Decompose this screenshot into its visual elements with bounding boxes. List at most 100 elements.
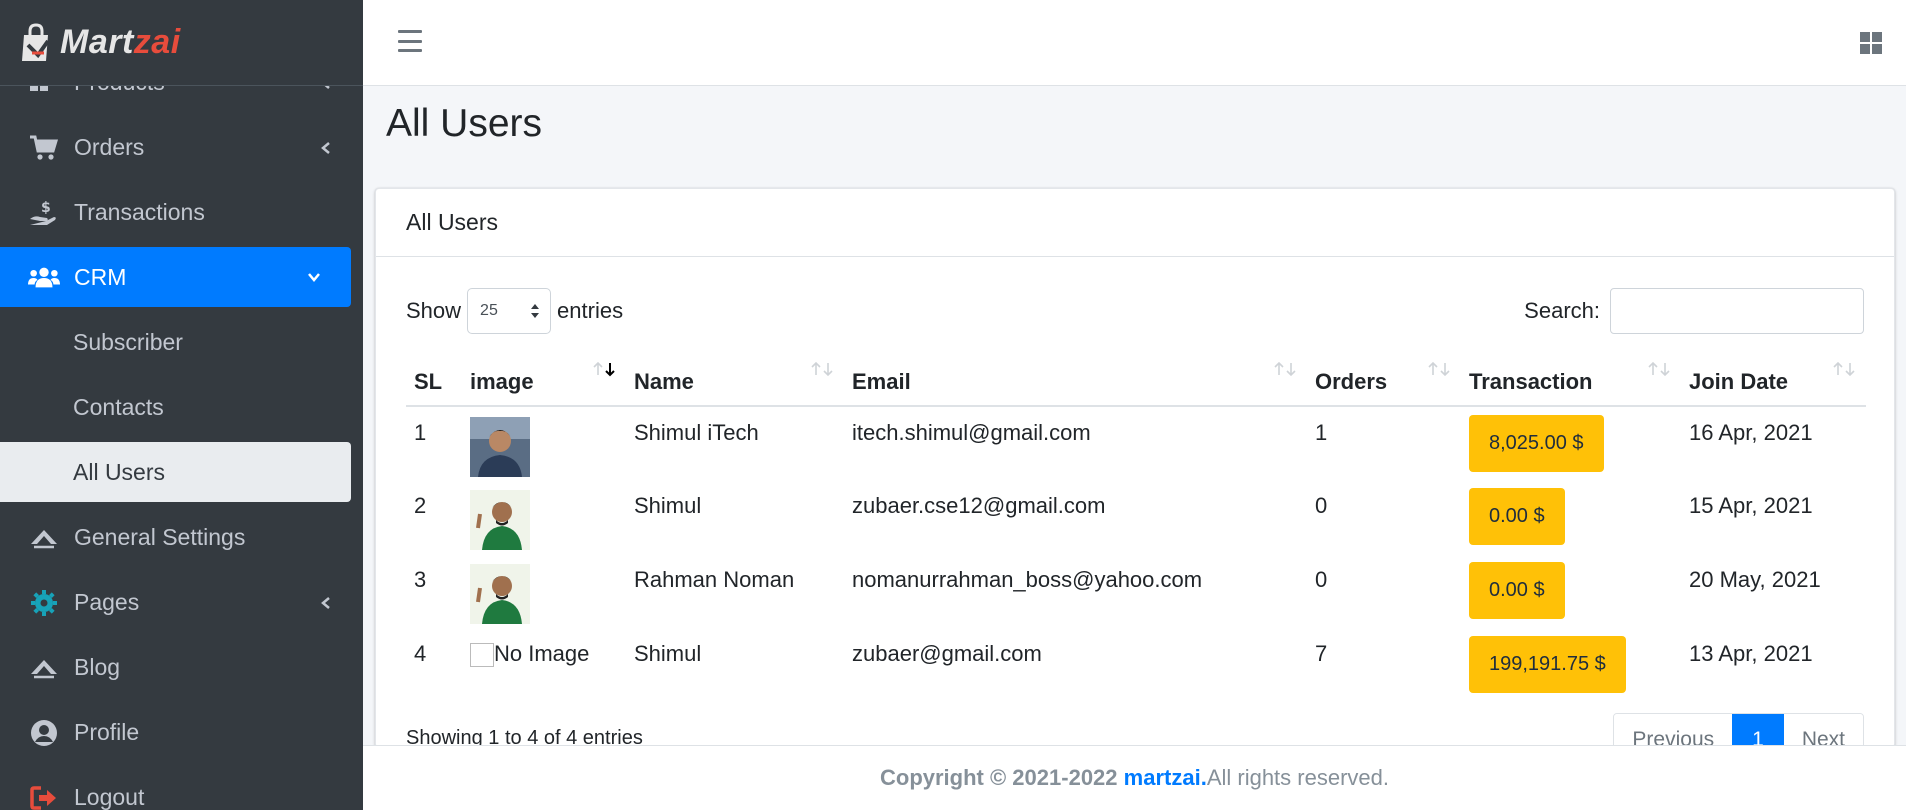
- settings-icon: [28, 524, 60, 552]
- column-header-orders[interactable]: Orders: [1307, 351, 1461, 407]
- broken-image: No Image: [470, 641, 618, 667]
- sort-icon: [1833, 361, 1855, 377]
- sidebar-item-crm[interactable]: CRM: [0, 247, 351, 307]
- users-icon: [28, 263, 60, 291]
- cell-join-date: 15 Apr, 2021: [1689, 493, 1813, 518]
- column-header-image[interactable]: image: [462, 351, 626, 407]
- cell-email: zubaer.cse12@gmail.com: [852, 493, 1106, 518]
- sidebar-item-transactions[interactable]: $ Transactions: [0, 180, 363, 245]
- sidebar-item-contacts[interactable]: Contacts: [0, 375, 363, 440]
- cell-name: Shimul iTech: [634, 420, 759, 445]
- search-label: Search:: [1524, 298, 1600, 323]
- chevron-down-icon: [308, 273, 320, 282]
- pagination: Previous 1 Next: [1613, 713, 1864, 747]
- sidebar-item-label: Transactions: [74, 199, 205, 225]
- table-row: 3 Rahman Noman nomanurrahman_boss@yahoo.…: [406, 554, 1866, 628]
- sidebar: Products Orders $ Transactions CRM Subsc…: [0, 0, 363, 810]
- sidebar-item-label: Contacts: [73, 394, 164, 420]
- column-header-email[interactable]: Email: [844, 351, 1307, 407]
- sort-icon: [811, 361, 833, 377]
- sidebar-item-orders[interactable]: Orders: [0, 115, 363, 180]
- brand[interactable]: Martzai: [0, 0, 363, 86]
- previous-button[interactable]: Previous: [1614, 714, 1733, 747]
- entries-length: Show 25 entries: [406, 287, 623, 335]
- cell-image: [462, 480, 626, 554]
- sidebar-item-label: Blog: [74, 654, 121, 680]
- sidebar-item-label: Profile: [74, 719, 140, 745]
- table-row: 1 Shimul iTech itech.shimul@gmail.com 1 …: [406, 406, 1866, 480]
- cell-join-date: 20 May, 2021: [1689, 567, 1821, 592]
- sort-desc-icon: [593, 361, 615, 377]
- transaction-badge: 199,191.75 $: [1469, 636, 1626, 693]
- entries-select[interactable]: 25: [467, 288, 552, 334]
- table-row: 2 Shimul zubaer.cse12@gmail.com 0 0.00 $…: [406, 480, 1866, 554]
- cell-orders: 0: [1315, 567, 1328, 592]
- user-circle-icon: [28, 719, 60, 747]
- menu-toggle-icon[interactable]: [398, 30, 422, 52]
- select-arrows-icon: [531, 304, 540, 318]
- cell-email: zubaer@gmail.com: [852, 641, 1042, 666]
- sidebar-item-label: CRM: [74, 263, 127, 290]
- sidebar-item-subscriber[interactable]: Subscriber: [0, 310, 363, 375]
- table-row: 4 No Image Shimul zubaer@gmail.com 7 199…: [406, 628, 1866, 702]
- search-input[interactable]: [1610, 288, 1864, 334]
- column-header-transaction[interactable]: Transaction: [1461, 351, 1681, 407]
- shopping-bag-logo-icon: [22, 22, 50, 61]
- users-table: SL image Name Email Orders Transaction J…: [406, 351, 1866, 702]
- sidebar-item-label: Pages: [74, 589, 140, 615]
- column-header-name[interactable]: Name: [626, 351, 844, 407]
- sort-icon: [1648, 361, 1670, 377]
- brand-link[interactable]: martzai.: [1124, 765, 1207, 791]
- cell-name: Shimul: [634, 641, 702, 666]
- show-label: Show: [406, 298, 462, 323]
- users-card: All Users Show 25 entries Search: SL ima…: [375, 188, 1895, 748]
- table-controls: Show 25 entries Search:: [406, 287, 1864, 335]
- sidebar-item-label: Orders: [74, 134, 145, 160]
- column-header-sl[interactable]: SL: [406, 351, 462, 407]
- hand-dollar-icon: $: [28, 199, 60, 227]
- user-avatar: [470, 490, 530, 550]
- cart-icon: [28, 134, 60, 162]
- topbar: [363, 0, 1906, 86]
- apps-grid-icon[interactable]: [1860, 32, 1882, 54]
- rights-text: All rights reserved.: [1206, 765, 1389, 790]
- sidebar-item-label: All Users: [73, 458, 166, 485]
- cell-transaction: 0.00 $: [1461, 554, 1681, 628]
- cell-name: Shimul: [634, 493, 702, 518]
- gear-icon: [28, 589, 60, 617]
- cell-email: nomanurrahman_boss@yahoo.com: [852, 567, 1203, 592]
- sidebar-item-label: Logout: [74, 784, 145, 810]
- svg-text:$: $: [41, 200, 51, 216]
- page-footer: Copyright © 2021-2022 martzai. All right…: [363, 745, 1906, 810]
- sidebar-item-logout[interactable]: Logout: [0, 765, 363, 810]
- user-avatar: [470, 417, 530, 477]
- sidebar-item-blog[interactable]: Blog: [0, 635, 363, 700]
- page-title: All Users: [386, 102, 543, 145]
- cell-join-date: 16 Apr, 2021: [1689, 420, 1813, 445]
- chevron-left-icon: [321, 141, 330, 154]
- sidebar-item-profile[interactable]: Profile: [0, 700, 363, 765]
- next-button[interactable]: Next: [1783, 714, 1863, 747]
- cell-orders: 7: [1315, 641, 1328, 666]
- sidebar-item-label: General Settings: [74, 524, 246, 550]
- transaction-badge: 8,025.00 $: [1469, 415, 1604, 472]
- entries-select-value: 25: [480, 302, 498, 319]
- sidebar-item-pages[interactable]: Pages: [0, 570, 363, 635]
- sort-icon: [1274, 361, 1296, 377]
- table-search: Search:: [1524, 287, 1864, 335]
- cell-image: [462, 554, 626, 628]
- column-header-join-date[interactable]: Join Date: [1681, 351, 1866, 407]
- sidebar-item-general-settings[interactable]: General Settings: [0, 505, 363, 570]
- sidebar-item-all-users[interactable]: All Users: [0, 442, 351, 502]
- cell-orders: 0: [1315, 493, 1328, 518]
- transaction-badge: 0.00 $: [1469, 488, 1565, 545]
- entries-label: entries: [557, 298, 624, 323]
- page-1-button[interactable]: 1: [1732, 714, 1784, 747]
- cell-sl: 3: [414, 567, 427, 592]
- table-header-row: SL image Name Email Orders Transaction J…: [406, 351, 1866, 407]
- cell-transaction: 0.00 $: [1461, 480, 1681, 554]
- broken-image-icon: [470, 643, 494, 667]
- cell-name: Rahman Noman: [634, 567, 795, 592]
- cell-transaction: 199,191.75 $: [1461, 628, 1681, 702]
- cell-email: itech.shimul@gmail.com: [852, 420, 1091, 445]
